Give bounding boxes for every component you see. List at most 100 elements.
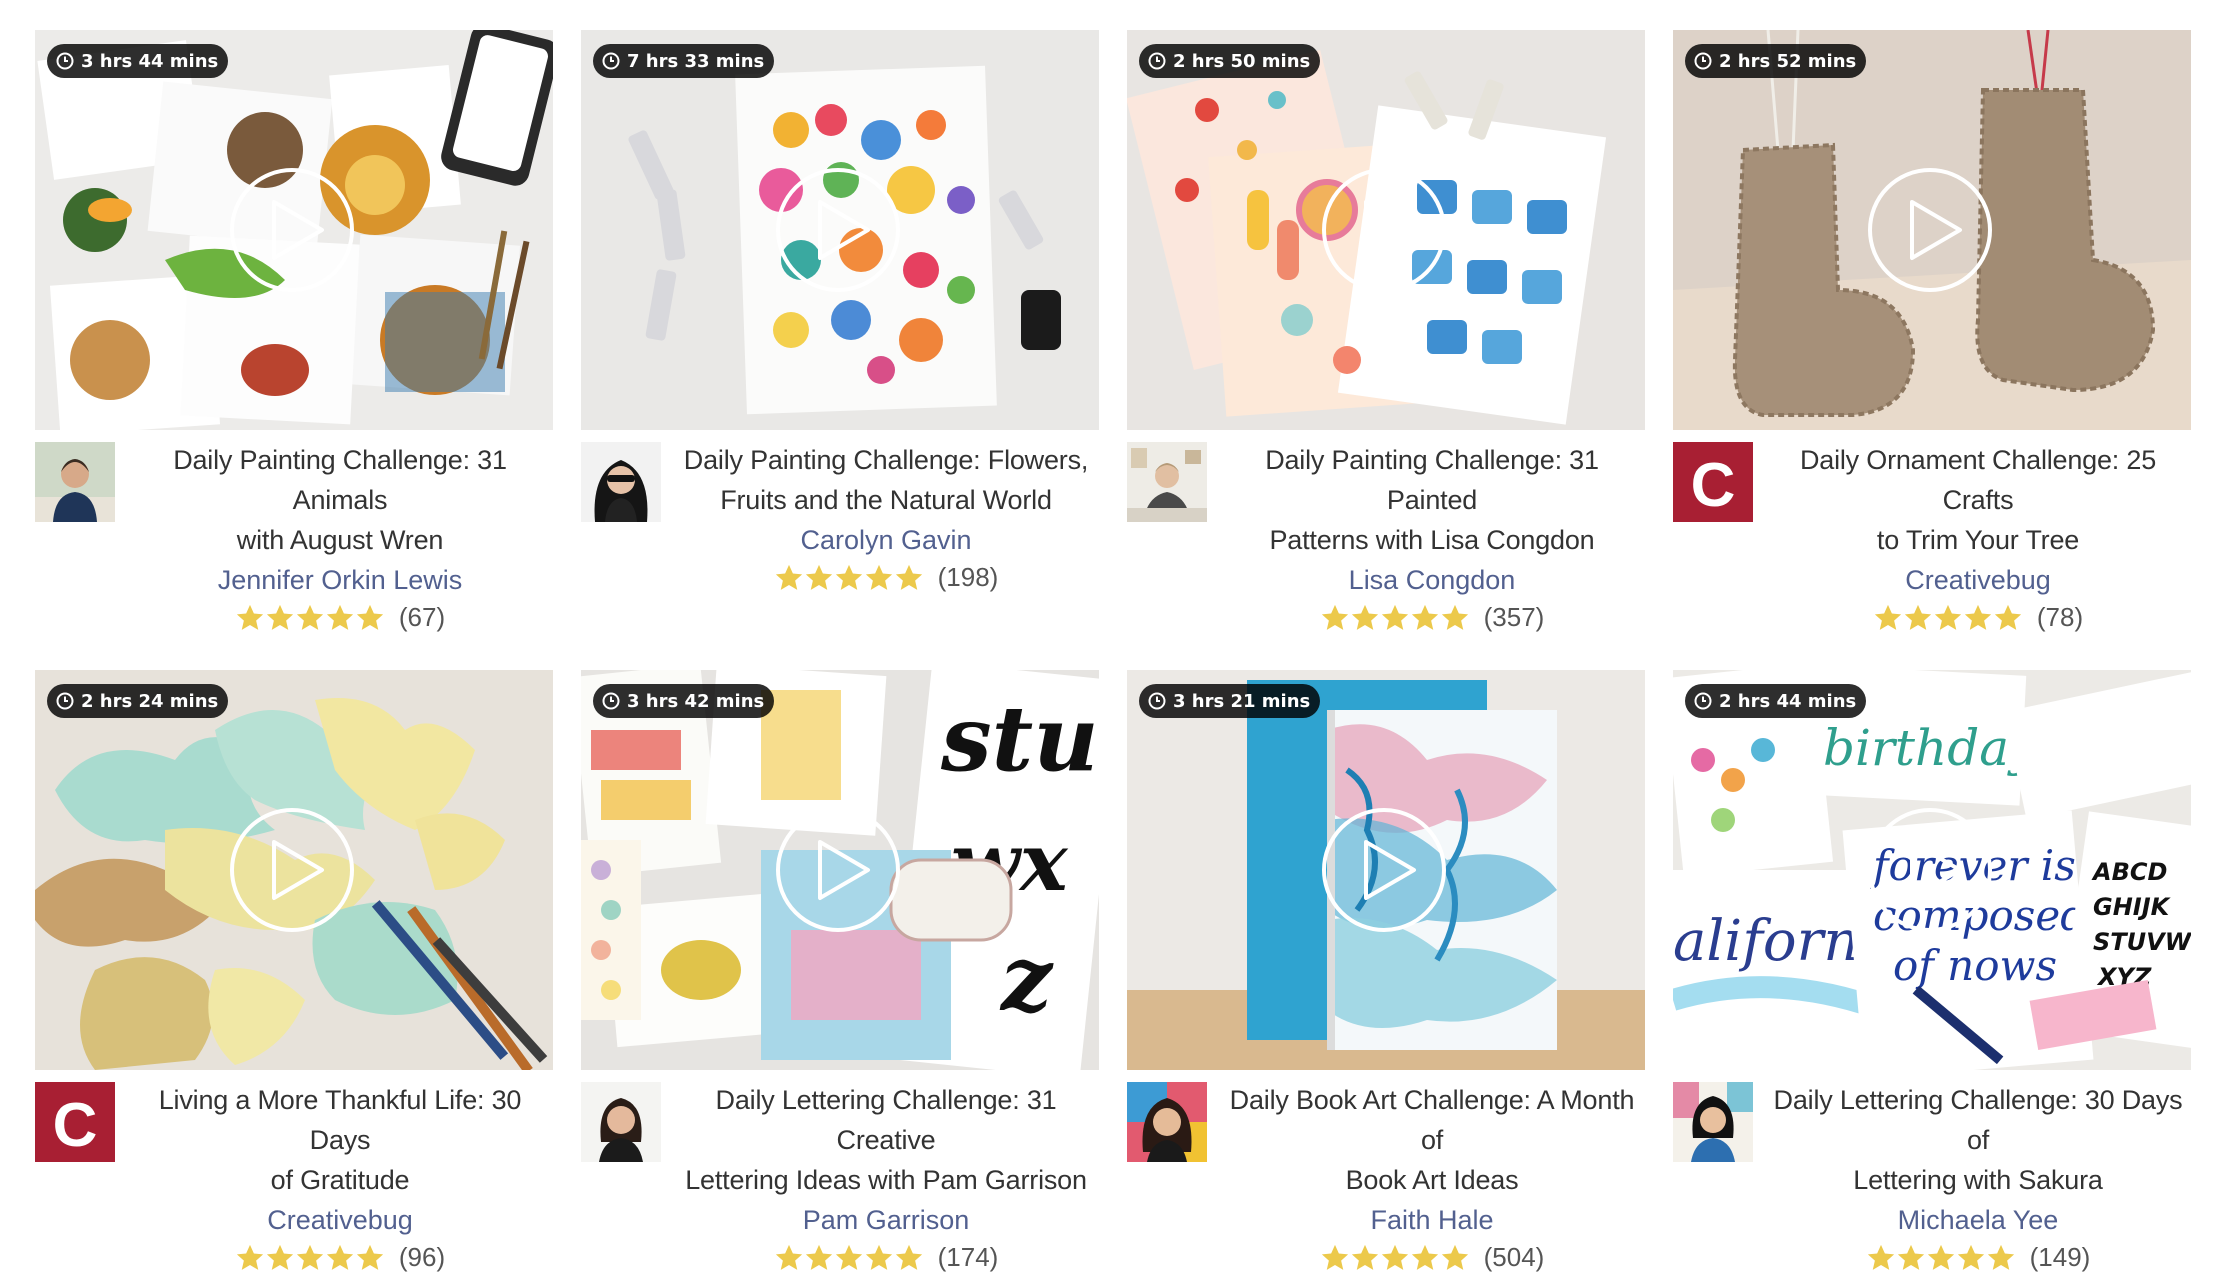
- course-title[interactable]: Book Art Ideas: [1227, 1160, 1637, 1200]
- course-title[interactable]: Daily Lettering Challenge: 30 Days of: [1773, 1080, 2183, 1160]
- course-card[interactable]: 3 hrs 21 mins Daily Book Art Challenge: …: [1127, 670, 1645, 1280]
- star-icon: [865, 564, 892, 590]
- svg-text:C: C: [1691, 451, 1736, 520]
- rating: (78): [1773, 602, 2183, 633]
- avatar[interactable]: [1127, 442, 1207, 522]
- duration-badge: 3 hrs 21 mins: [1139, 684, 1321, 718]
- course-title[interactable]: of Gratitude: [135, 1160, 545, 1200]
- course-title[interactable]: Lettering with Sakura: [1773, 1160, 2183, 1200]
- rating-count: (78): [2036, 602, 2084, 632]
- course-thumbnail[interactable]: 3 hrs 44 mins: [35, 30, 553, 430]
- course-thumbnail[interactable]: stu wx z 3 hrs 42 mins: [581, 670, 1099, 1070]
- clock-icon: [56, 52, 74, 70]
- course-thumbnail[interactable]: 3 hrs 21 mins: [1127, 670, 1645, 1070]
- star-icon: [1904, 604, 1931, 630]
- course-title[interactable]: Daily Lettering Challenge: 31 Creative: [681, 1080, 1091, 1160]
- play-icon[interactable]: [1866, 166, 1994, 294]
- author-link[interactable]: Creativebug: [135, 1200, 545, 1240]
- clock-icon: [1148, 52, 1166, 70]
- rating: (174): [681, 1242, 1091, 1273]
- author-photo: [35, 442, 115, 522]
- rating-count: (67): [398, 602, 446, 632]
- star-rating: [1320, 603, 1470, 633]
- course-card[interactable]: birthday alifornia forever is composed o…: [1673, 670, 2191, 1280]
- author-photo: [1127, 1082, 1207, 1162]
- star-icon: [1441, 1244, 1468, 1270]
- author-link[interactable]: Creativebug: [1773, 560, 2183, 600]
- star-icon: [865, 1244, 892, 1270]
- course-title[interactable]: Fruits and the Natural World: [681, 480, 1091, 520]
- play-icon[interactable]: [1320, 806, 1448, 934]
- duration-text: 2 hrs 24 mins: [81, 690, 219, 712]
- course-thumbnail[interactable]: 2 hrs 50 mins: [1127, 30, 1645, 430]
- play-icon[interactable]: [1866, 806, 1994, 934]
- clock-icon: [1694, 52, 1712, 70]
- star-icon: [266, 604, 293, 630]
- course-thumbnail[interactable]: 7 hrs 33 mins: [581, 30, 1099, 430]
- rating-count: (357): [1483, 602, 1545, 632]
- creativebug-logo[interactable]: C: [35, 1082, 115, 1162]
- rating-count: (174): [937, 1242, 999, 1272]
- play-icon[interactable]: [228, 806, 356, 934]
- svg-text:STUVW: STUVW: [2093, 928, 2191, 956]
- course-title[interactable]: Daily Painting Challenge: Flowers,: [681, 440, 1091, 480]
- course-card[interactable]: 7 hrs 33 mins Daily Painting Challenge: …: [581, 30, 1099, 640]
- avatar[interactable]: [1673, 1082, 1753, 1162]
- star-icon: [1381, 1244, 1408, 1270]
- duration-badge: 2 hrs 24 mins: [47, 684, 229, 718]
- author-link[interactable]: Michaela Yee: [1773, 1200, 2183, 1240]
- rating: (96): [135, 1242, 545, 1273]
- course-title[interactable]: Daily Painting Challenge: 31 Animals: [135, 440, 545, 520]
- course-title[interactable]: Daily Painting Challenge: 31 Painted: [1227, 440, 1637, 520]
- avatar[interactable]: [35, 442, 115, 522]
- clock-icon: [56, 692, 74, 710]
- author-link[interactable]: Pam Garrison: [681, 1200, 1091, 1240]
- star-rating: [235, 603, 385, 633]
- svg-text:GHIJK: GHIJK: [2093, 893, 2172, 921]
- play-icon[interactable]: [1320, 166, 1448, 294]
- course-thumbnail[interactable]: 2 hrs 24 mins: [35, 670, 553, 1070]
- course-title[interactable]: to Trim Your Tree: [1773, 520, 2183, 560]
- course-thumbnail[interactable]: birthday alifornia forever is composed o…: [1673, 670, 2191, 1070]
- duration-text: 2 hrs 44 mins: [1719, 690, 1857, 712]
- author-link[interactable]: Jennifer Orkin Lewis: [135, 560, 545, 600]
- course-card[interactable]: stu wx z 3 hrs 42 mins Daily Lettering C…: [581, 670, 1099, 1280]
- star-icon: [1351, 604, 1378, 630]
- avatar[interactable]: [1127, 1082, 1207, 1162]
- play-icon[interactable]: [774, 806, 902, 934]
- course-title[interactable]: with August Wren: [135, 520, 545, 560]
- star-icon: [1351, 1244, 1378, 1270]
- star-icon: [1897, 1244, 1924, 1270]
- course-card[interactable]: 2 hrs 50 mins Daily Painting Challenge: …: [1127, 30, 1645, 640]
- play-icon[interactable]: [228, 166, 356, 294]
- course-thumbnail[interactable]: 2 hrs 52 mins: [1673, 30, 2191, 430]
- star-rating: [774, 563, 924, 593]
- rating: (198): [681, 562, 1091, 593]
- rating-count: (504): [1483, 1242, 1545, 1272]
- course-card[interactable]: 2 hrs 24 mins C Living a More Thankful L…: [35, 670, 553, 1280]
- course-title[interactable]: Patterns with Lisa Congdon: [1227, 520, 1637, 560]
- course-title[interactable]: Living a More Thankful Life: 30 Days: [135, 1080, 545, 1160]
- course-card[interactable]: 2 hrs 52 mins C Daily Ornament Challenge…: [1673, 30, 2191, 640]
- clock-icon: [602, 52, 620, 70]
- svg-text:ABCD: ABCD: [2091, 858, 2167, 886]
- star-icon: [356, 604, 383, 630]
- star-icon: [1867, 1244, 1894, 1270]
- creativebug-logo[interactable]: C: [1673, 442, 1753, 522]
- avatar[interactable]: [581, 442, 661, 522]
- star-icon: [296, 1244, 323, 1270]
- play-icon[interactable]: [774, 166, 902, 294]
- course-title[interactable]: Daily Ornament Challenge: 25 Crafts: [1773, 440, 2183, 520]
- star-rating: [1866, 1243, 2016, 1273]
- creativebug-logo-icon: C: [1673, 442, 1753, 522]
- duration-text: 3 hrs 44 mins: [81, 50, 219, 72]
- star-icon: [1411, 1244, 1438, 1270]
- author-link[interactable]: Lisa Congdon: [1227, 560, 1637, 600]
- course-title[interactable]: Lettering Ideas with Pam Garrison: [681, 1160, 1091, 1200]
- author-link[interactable]: Carolyn Gavin: [681, 520, 1091, 560]
- author-photo: [1673, 1082, 1753, 1162]
- course-title[interactable]: Daily Book Art Challenge: A Month of: [1227, 1080, 1637, 1160]
- author-link[interactable]: Faith Hale: [1227, 1200, 1637, 1240]
- course-card[interactable]: 3 hrs 44 mins Daily Painting Challenge: …: [35, 30, 553, 640]
- avatar[interactable]: [581, 1082, 661, 1162]
